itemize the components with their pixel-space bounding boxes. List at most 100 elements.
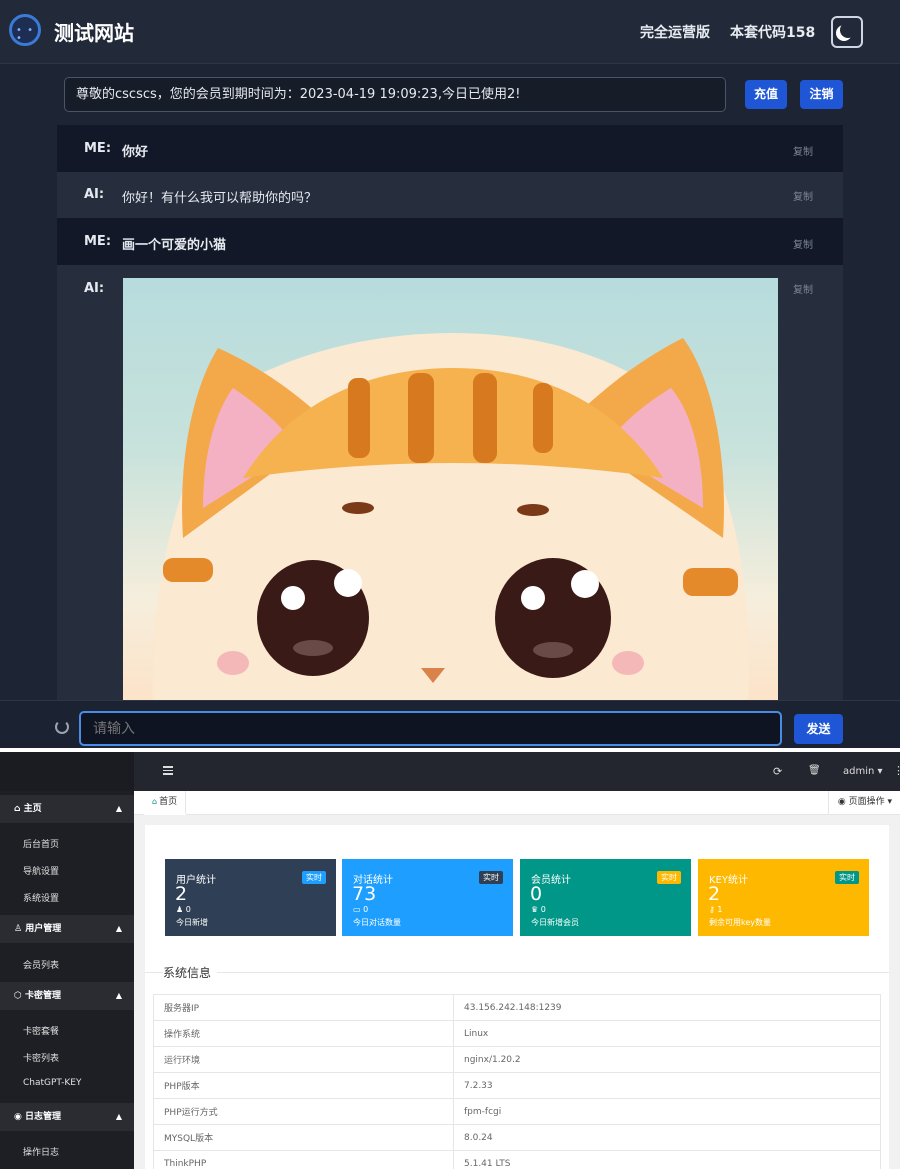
sidebar-group-label: 用户管理 [25, 924, 62, 934]
table-row: MYSQL版本 8.0.24 [153, 1124, 881, 1151]
table-row: PHP版本 7.2.33 [153, 1072, 881, 1099]
database-icon: ◉ [14, 1112, 22, 1122]
circle-icon: ◉ [837, 797, 846, 807]
admin-sidebar: ⌂ 主页 ▲ 后台首页 导航设置 系统设置 ♙ 用户管理 ▲ 会员列表 ⬡ 卡密… [0, 791, 134, 1169]
message-row: AI: 你好！有什么我可以帮助你的吗？ 复制 [57, 172, 843, 218]
sidebar-item-system-settings[interactable]: 系统设置 [23, 891, 59, 904]
system-info-table: 服务器IP 43.156.242.148:1239 操作系统 Linux 运行环境 n… [153, 994, 881, 1169]
sidebar-group-label: 日志管理 [25, 1112, 62, 1122]
info-key: 服务器IP [153, 994, 454, 1021]
sidebar-group-logs[interactable]: ◉ 日志管理 ▲ [0, 1103, 134, 1131]
card-desc: 今日新增 [176, 918, 208, 927]
menu-toggle-icon[interactable] [163, 766, 173, 775]
refresh-icon[interactable]: ⟳ [773, 765, 782, 778]
table-row: PHP运行方式 fpm-fcgi [153, 1098, 881, 1125]
sidebar-group-cards[interactable]: ⬡ 卡密管理 ▲ [0, 982, 134, 1010]
info-key: PHP运行方式 [153, 1098, 454, 1125]
tab-home[interactable]: ⌂ 首页 [144, 791, 187, 815]
sidebar-item-members[interactable]: 会员列表 [23, 958, 59, 971]
sidebar-item-dashboard[interactable]: 后台首页 [23, 837, 59, 850]
recharge-button[interactable]: 充值 [745, 80, 787, 109]
copy-button[interactable]: 复制 [793, 281, 813, 296]
message-list: ME: 你好 复制 AI: 你好！有什么我可以帮助你的吗？ 复制 ME: 画一个… [57, 125, 843, 700]
send-button[interactable]: 发送 [794, 714, 843, 744]
chat-input[interactable] [79, 711, 782, 746]
key-icon: ⚷ [709, 905, 715, 914]
admin-username: admin [843, 766, 875, 777]
page-ops-label: 页面操作 [848, 797, 885, 807]
refresh-icon[interactable] [55, 720, 69, 734]
dark-mode-toggle-button[interactable] [831, 16, 863, 48]
sidebar-item-nav-settings[interactable]: 导航设置 [23, 864, 59, 877]
info-value: 5.1.41 LTS [453, 1150, 881, 1169]
info-key: MYSQL版本 [153, 1124, 454, 1151]
caret-up-icon: ▲ [115, 1112, 122, 1121]
sidebar-group-users[interactable]: ♙ 用户管理 ▲ [0, 915, 134, 943]
table-row: 操作系统 Linux [153, 1020, 881, 1047]
caret-up-icon: ▲ [115, 991, 122, 1000]
system-info-title: 系统信息 [163, 964, 218, 981]
message-text: 你好 [122, 145, 149, 160]
info-value: nginx/1.20.2 [453, 1046, 881, 1073]
nav-full-version-link[interactable]: 完全运营版 [640, 22, 710, 42]
table-row: ThinkPHP 5.1.41 LTS [153, 1150, 881, 1169]
admin-user-menu[interactable]: admin ▾ [843, 766, 883, 777]
chat-logo-icon: • • • [9, 14, 41, 46]
copy-button[interactable]: 复制 [793, 236, 813, 251]
moon-icon [840, 22, 856, 38]
generated-cat-image [123, 278, 778, 700]
tab-bar: ⌂ 首页 ◉ 页面操作 ▾ [134, 791, 900, 815]
sidebar-item-chatgpt-key[interactable]: ChatGPT-KEY [23, 1078, 81, 1088]
card-sub: ⚷ 1 [709, 905, 723, 914]
info-key: 操作系统 [153, 1020, 454, 1047]
stat-card-members: 会员统计 实时 0 ♛ 0 今日新增会员 [520, 859, 691, 936]
tag-icon: ⬡ [14, 991, 22, 1001]
message-role: ME: [84, 141, 112, 156]
chat-input-bar: 发送 [0, 700, 900, 748]
table-row: 运行环境 nginx/1.20.2 [153, 1046, 881, 1073]
admin-brand-area [0, 752, 134, 791]
sidebar-item-operation-log[interactable]: 操作日志 [23, 1145, 59, 1158]
info-key: PHP版本 [153, 1072, 454, 1099]
message-text: 你好！有什么我可以帮助你的吗？ [122, 191, 318, 206]
message-row: AI: 复制 [57, 265, 843, 700]
chat-app: • • • 测试网站 完全运营版 本套代码158 尊敬的cscscs，您的会员到… [0, 0, 900, 748]
stat-card-chats: 对话统计 实时 73 ▭ 0 今日对话数量 [342, 859, 513, 936]
card-desc: 今日新增会员 [531, 918, 579, 927]
user-icon: ♙ [14, 924, 23, 934]
admin-panel: ⟳ 🗑 admin ▾ ⋮ ⌂ 主页 ▲ 后台首页 导航设置 系统设置 ♙ 用户… [0, 752, 900, 1169]
chat-header: • • • 测试网站 完全运营版 本套代码158 [0, 0, 900, 64]
page-operations-menu[interactable]: ◉ 页面操作 ▾ [827, 791, 900, 815]
copy-button[interactable]: 复制 [793, 143, 813, 158]
caret-up-icon: ▲ [115, 804, 122, 813]
info-value: 7.2.33 [453, 1072, 881, 1099]
realtime-badge: 实时 [657, 871, 681, 884]
table-row: 服务器IP 43.156.242.148:1239 [153, 994, 881, 1021]
sidebar-group-label: 卡密管理 [25, 991, 62, 1001]
sidebar-item-card-list[interactable]: 卡密列表 [23, 1051, 59, 1064]
realtime-badge: 实时 [835, 871, 859, 884]
info-value: Linux [453, 1020, 881, 1047]
admin-topbar: ⟳ 🗑 admin ▾ ⋮ [0, 752, 900, 791]
sidebar-item-card-packages[interactable]: 卡密套餐 [23, 1024, 59, 1037]
copy-button[interactable]: 复制 [793, 188, 813, 203]
tab-label: 首页 [159, 797, 178, 807]
card-value: 2 [175, 883, 188, 905]
trophy-icon: ♛ [531, 905, 539, 914]
logout-button[interactable]: 注销 [800, 80, 843, 109]
message-role: ME: [84, 234, 112, 249]
dashboard-content: 用户统计 实时 2 ♟ 0 今日新增 对话统计 实时 73 ▭ 0 今日对话数量… [145, 825, 889, 1169]
chat-icon: ▭ [353, 905, 361, 914]
caret-down-icon: ▾ [887, 797, 892, 807]
info-value: fpm-fcgi [453, 1098, 881, 1125]
card-sub-value: 0 [185, 905, 191, 914]
home-icon: ⌂ [14, 804, 21, 814]
more-options-icon[interactable]: ⋮ [893, 764, 900, 777]
stat-card-keys: KEY统计 实时 2 ⚷ 1 剩余可用key数量 [698, 859, 869, 936]
card-value: 0 [530, 883, 543, 905]
sidebar-group-home[interactable]: ⌂ 主页 ▲ [0, 795, 134, 823]
nav-code-link[interactable]: 本套代码158 [730, 22, 815, 42]
card-sub: ♛ 0 [531, 905, 546, 914]
message-row: ME: 你好 复制 [57, 125, 843, 172]
trash-icon[interactable]: 🗑 [808, 765, 821, 776]
